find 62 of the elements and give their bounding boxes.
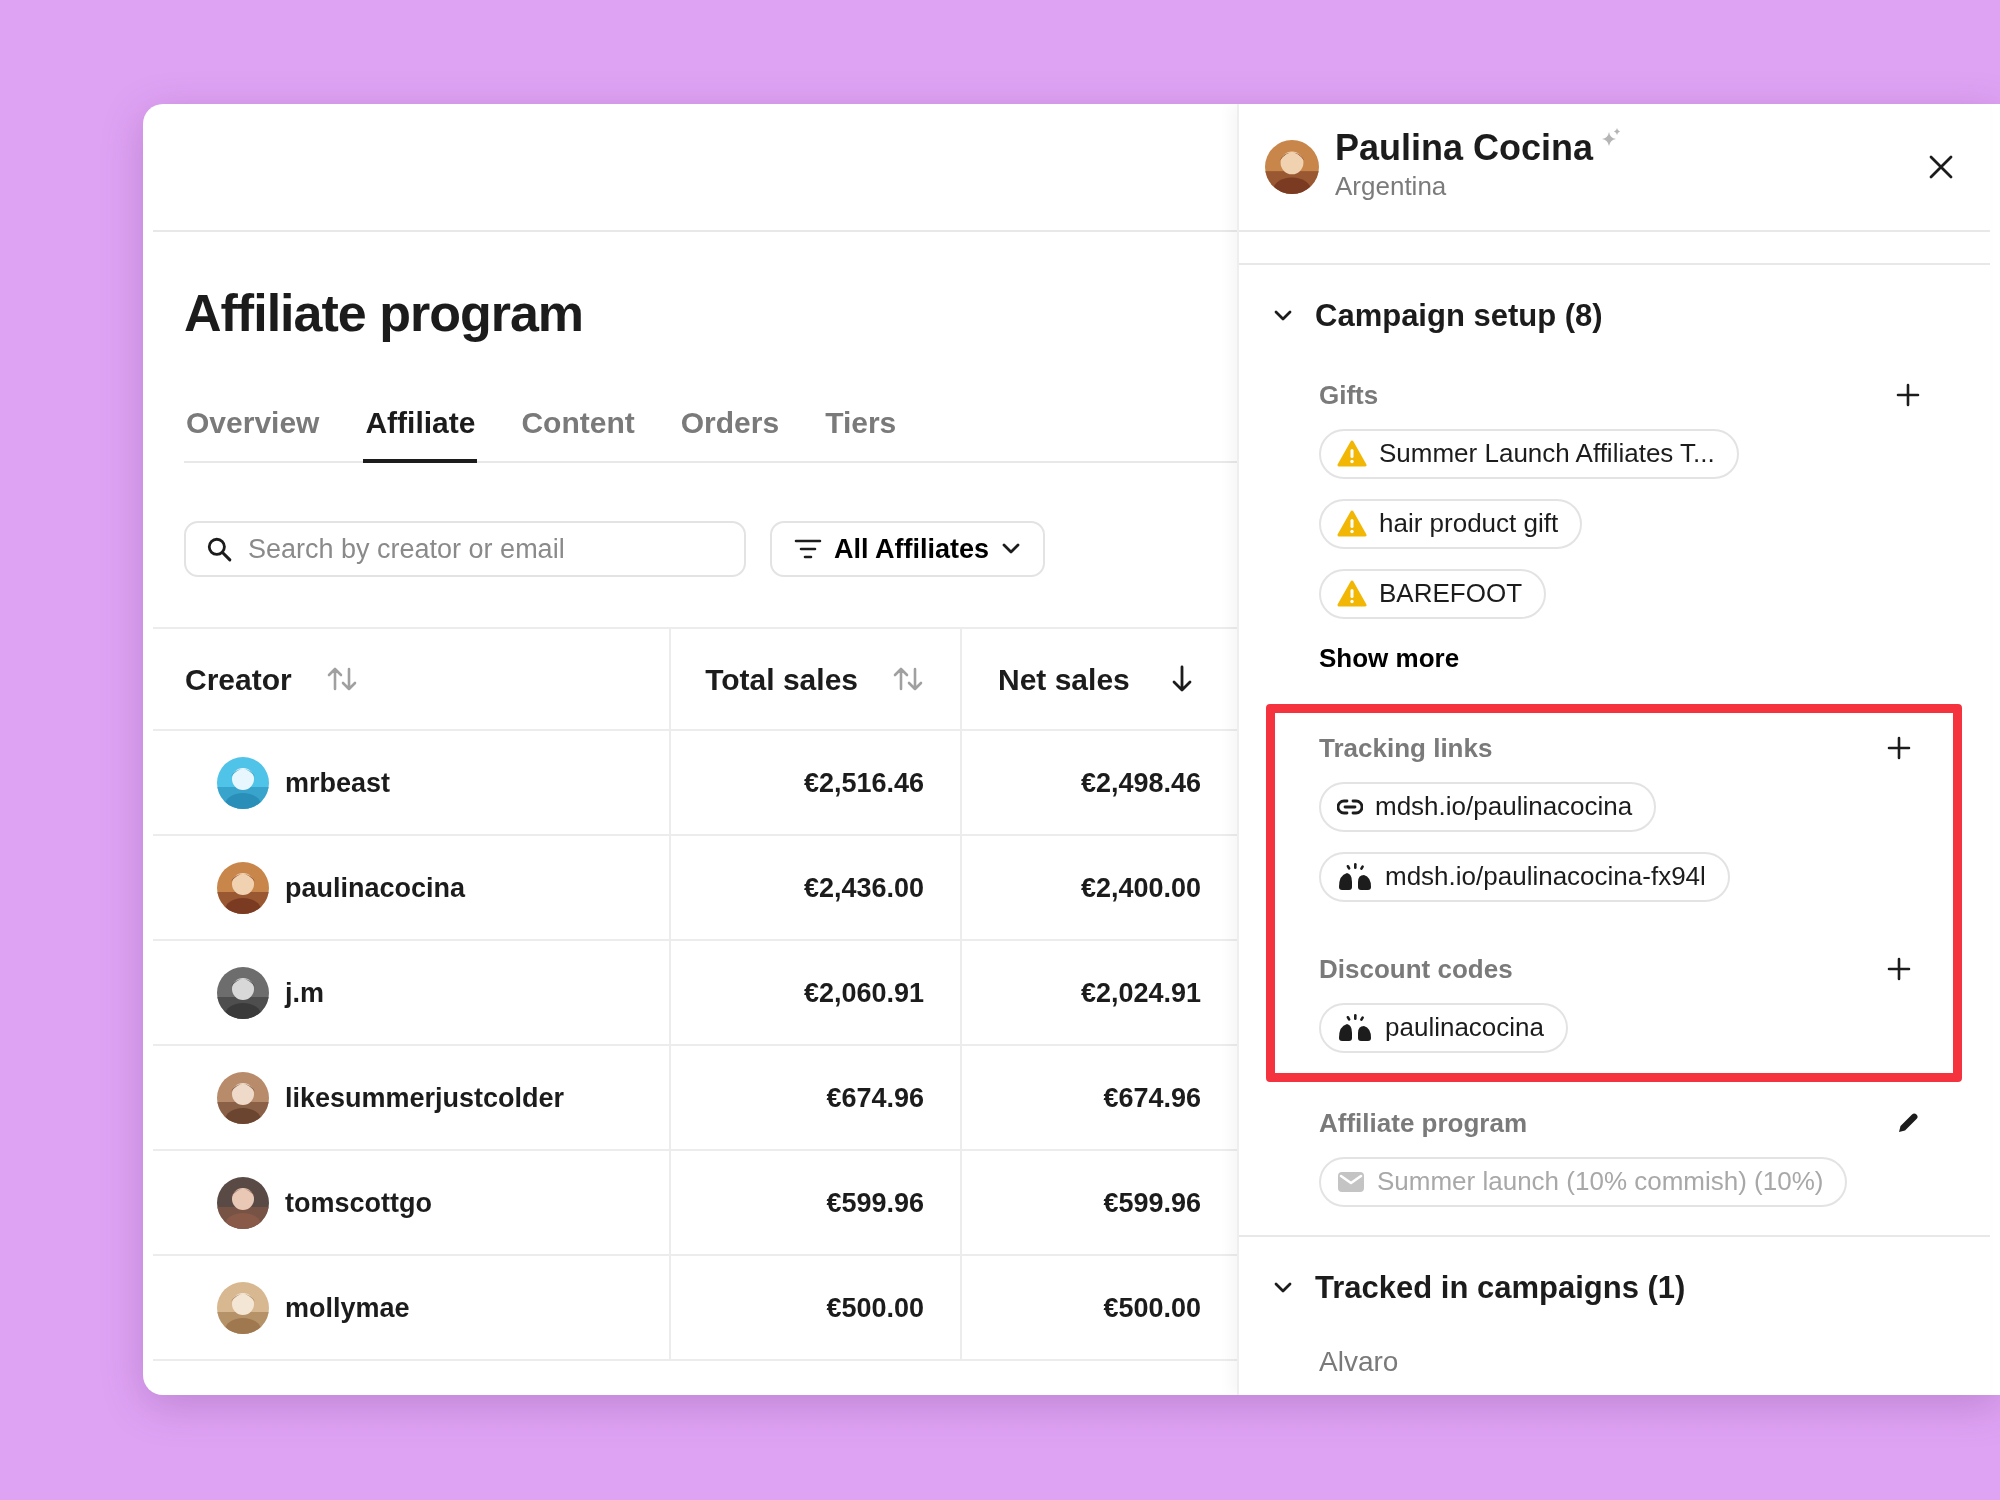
profile-name: Paulina Cocina — [1335, 127, 1594, 168]
creator-name: likesummerjustcolder — [285, 1081, 565, 1115]
table-cell-text: €2,060.91 — [803, 976, 924, 1010]
creator-name: paulinacocina — [285, 871, 466, 905]
tag[interactable]: hair product gift — [1319, 498, 1583, 549]
pencil-icon[interactable] — [1896, 1111, 1920, 1135]
table-cell-text: €599.96 — [1103, 1186, 1201, 1220]
column-header[interactable]: Creator — [185, 656, 292, 702]
sort-descending-icon[interactable] — [1171, 665, 1193, 694]
warning-icon — [1337, 440, 1367, 467]
campaign-name[interactable]: Alvaro — [1239, 1311, 1990, 1383]
plus-icon[interactable] — [1887, 736, 1911, 760]
link-icon — [1337, 797, 1363, 816]
tag[interactable]: BAREFOOT — [1319, 568, 1546, 619]
sort-icon[interactable] — [892, 666, 924, 693]
filter-dropdown[interactable]: All Affiliates — [770, 521, 1046, 578]
group-label: Affiliate program — [1319, 1106, 1528, 1140]
plus-icon[interactable] — [1887, 957, 1911, 981]
table-cell-text: €2,024.91 — [1080, 976, 1201, 1010]
creator-name: tomscottgo — [285, 1186, 432, 1220]
column-header[interactable]: Total sales — [705, 656, 858, 702]
tab[interactable]: Affiliate — [363, 400, 478, 464]
creator-name: mrbeast — [285, 766, 391, 800]
chevron-down-icon[interactable] — [1273, 1280, 1293, 1295]
group-label: Gifts — [1319, 378, 1379, 412]
table-cell-text: €2,400.00 — [1080, 871, 1201, 905]
warning-icon — [1337, 580, 1367, 607]
section-title[interactable]: Tracked in campaigns (1) — [1315, 1264, 1686, 1311]
column-header[interactable]: Net sales — [998, 656, 1130, 702]
table-cell-text: €599.96 — [826, 1186, 924, 1220]
plus-icon[interactable] — [1896, 383, 1920, 407]
hands-icon — [1337, 1013, 1373, 1042]
table-cell-text: €674.96 — [1103, 1081, 1201, 1115]
section-title[interactable]: Campaign setup (8) — [1315, 293, 1603, 340]
table-cell-text: €2,436.00 — [803, 871, 924, 905]
close-icon[interactable] — [1928, 154, 1954, 180]
tab[interactable]: Tiers — [823, 400, 899, 464]
show-more-link[interactable]: Show more — [1319, 638, 1460, 678]
search-icon — [206, 536, 232, 563]
tag[interactable]: mdsh.io/paulinacocina-fx94l — [1319, 851, 1730, 902]
table-cell-text: €2,498.46 — [1080, 766, 1201, 800]
search-field[interactable]: Search by creator or email — [184, 521, 746, 578]
table-cell-text: €2,516.46 — [803, 766, 924, 800]
page-title: Affiliate program — [184, 283, 585, 344]
tab[interactable]: Content — [519, 400, 637, 464]
tab[interactable]: Overview — [184, 400, 322, 464]
tag[interactable]: Summer Launch Affiliates T... — [1319, 428, 1739, 479]
tag[interactable]: mdsh.io/paulinacocina — [1319, 781, 1657, 832]
profile-country: Argentina — [1335, 170, 1448, 204]
sort-icon[interactable] — [325, 666, 358, 693]
creator-name: mollymae — [285, 1291, 410, 1325]
hands-icon — [1337, 862, 1373, 891]
warning-icon — [1337, 510, 1367, 537]
table-cell-text: €674.96 — [826, 1081, 924, 1115]
table-cell-text: €500.00 — [1103, 1291, 1201, 1325]
table-cell-text: €500.00 — [826, 1291, 924, 1325]
creator-name: j.m — [285, 976, 324, 1010]
mail-icon — [1337, 1170, 1365, 1193]
group-label: Tracking links — [1319, 731, 1493, 765]
tab[interactable]: Orders — [678, 400, 782, 464]
group-label: Discount codes — [1319, 952, 1513, 986]
tag[interactable]: paulinacocina — [1319, 1002, 1568, 1053]
